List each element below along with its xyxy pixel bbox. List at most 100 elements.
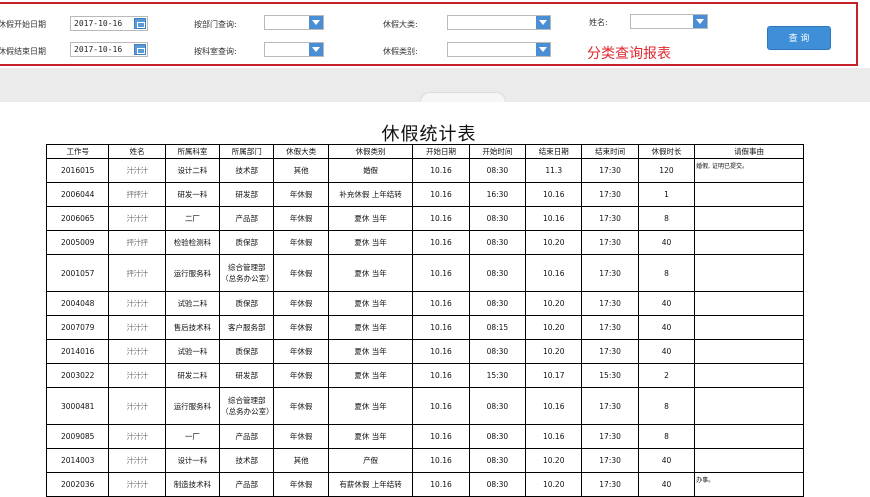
- column-header: 休假时长: [637, 144, 696, 159]
- cell-name: 抨汁汁: [108, 254, 166, 292]
- cell-name: 汁汁汁: [108, 387, 166, 425]
- cell-name: 汁汁汁: [108, 424, 166, 449]
- start-date-input[interactable]: 2017-10-16: [70, 16, 148, 31]
- cell-id: 2006065: [45, 206, 110, 231]
- cell-name: 汁汁汁: [108, 448, 166, 473]
- cell-stime: 08:30: [468, 291, 527, 316]
- cell-cat: 年休假: [273, 424, 329, 449]
- table-row[interactable]: 2006065 汁汁汁 二厂 产品部 年休假 夏休 当年 10.16 08:30 10.16 17…: [45, 206, 804, 231]
- cell-dept: 质保部: [219, 291, 275, 316]
- chevron-down-icon[interactable]: [536, 16, 550, 29]
- dept-select[interactable]: [264, 15, 324, 30]
- cell-type: 夏休 当年: [327, 254, 414, 292]
- cell-section: 设计一科: [164, 448, 221, 473]
- cell-etime: 17:30: [581, 254, 639, 292]
- cell-type: 夏休 当年: [327, 291, 414, 316]
- cell-etime: 17:30: [581, 315, 639, 340]
- cell-etime: 17:30: [581, 230, 639, 255]
- cell-reason: [694, 291, 804, 316]
- start-date-value: 2017-10-16: [74, 19, 123, 28]
- leave-category-select[interactable]: [447, 15, 551, 30]
- filter-panel: 休假开始日期 2017-10-16 休假结束日期 2017-10-16 按部门查…: [0, 2, 858, 66]
- cell-section: 检验检测科: [164, 230, 221, 255]
- calendar-icon[interactable]: [134, 44, 146, 55]
- cell-stime: 08:30: [468, 254, 527, 292]
- table-row[interactable]: 2014016 汁汁汁 试验一科 质保部 年休假 夏休 当年 10.16 08:30 10.20…: [45, 339, 804, 364]
- cell-id: 2004048: [45, 291, 110, 316]
- cell-stime: 08:30: [468, 230, 527, 255]
- cell-stime: 08:30: [468, 206, 527, 231]
- cell-id: 2005009: [45, 230, 110, 255]
- table-row[interactable]: 2007079 汁汁汁 售后技术科 客户服务部 年休假 夏休 当年 10.16 08:15 10…: [45, 315, 804, 340]
- cell-sdate: 10.16: [412, 230, 470, 255]
- table-row[interactable]: 2003022 汁汁汁 研发二科 研发部 年休假 夏休 当年 10.16 15:30 10.17…: [45, 363, 804, 388]
- cell-cat: 年休假: [273, 472, 329, 497]
- cell-sdate: 10.16: [412, 387, 470, 425]
- cell-cat: 其他: [273, 158, 329, 183]
- chevron-down-icon[interactable]: [536, 43, 550, 56]
- report-category-title: 分类查询报表: [587, 46, 671, 62]
- query-button[interactable]: 查 询: [767, 26, 831, 50]
- cell-edate: 10.20: [525, 472, 583, 497]
- cell-stime: 08:30: [468, 339, 527, 364]
- section-select[interactable]: [264, 42, 324, 57]
- table-row[interactable]: 2006044 抨抨汁 研发一科 研发部 年休假 补充休假 上年结转 10.16 16:30 1…: [45, 182, 804, 207]
- cell-cat: 年休假: [273, 182, 329, 207]
- cell-sdate: 10.16: [412, 158, 470, 183]
- cell-reason: [694, 315, 804, 340]
- cell-reason: [694, 339, 804, 364]
- cell-section: 设计二科: [164, 158, 221, 183]
- table-row[interactable]: 2001057 抨汁汁 运行服务科 综合管理部（总务办公室） 年休假 夏休 当年 10.16…: [45, 254, 804, 292]
- cell-sdate: 10.16: [412, 254, 470, 292]
- cell-section: 运行服务科: [164, 254, 221, 292]
- cell-edate: 10.16: [525, 254, 583, 292]
- cell-sdate: 10.16: [412, 472, 470, 497]
- cell-name: 抨汁抨: [108, 230, 166, 255]
- cell-type: 夏休 当年: [327, 230, 414, 255]
- cell-edate: 11.3: [525, 158, 583, 183]
- table-row[interactable]: 2009085 汁汁汁 一厂 产品部 年休假 夏休 当年 10.16 08:30 10.16 17…: [45, 424, 804, 449]
- chevron-down-icon[interactable]: [309, 16, 323, 29]
- cell-etime: 17:30: [581, 291, 639, 316]
- cell-hours: 40: [637, 448, 696, 473]
- cell-name: 汁汁汁: [108, 291, 166, 316]
- cell-hours: 8: [637, 424, 696, 449]
- table-row[interactable]: 2016015 汁汁汁 设计二科 技术部 其他 婚假 10.16 08:30 11.3 17:30…: [45, 158, 804, 183]
- cell-id: 2009085: [45, 424, 110, 449]
- cell-section: 试验二科: [164, 291, 221, 316]
- cell-reason: [694, 387, 804, 425]
- cell-id: 2001057: [45, 254, 110, 292]
- cell-etime: 17:30: [581, 472, 639, 497]
- table-row[interactable]: 2002036 汁汁汁 制造技术科 产品部 年休假 有薪休假 上年结转 10.16 08:30…: [45, 472, 804, 497]
- column-header: 所属部门: [219, 144, 275, 159]
- cell-cat: 其他: [273, 448, 329, 473]
- cell-dept: 产品部: [219, 472, 275, 497]
- end-date-input[interactable]: 2017-10-16: [70, 42, 148, 57]
- cell-hours: 2: [637, 363, 696, 388]
- name-select[interactable]: [630, 14, 708, 29]
- cell-id: 2006044: [45, 182, 110, 207]
- cell-type: 有薪休假 上年结转: [327, 472, 414, 497]
- leave-type-select[interactable]: [447, 42, 551, 57]
- cell-name: 汁汁汁: [108, 363, 166, 388]
- chevron-down-icon[interactable]: [693, 15, 707, 28]
- cell-reason: [694, 363, 804, 388]
- column-header: 结束时间: [581, 144, 639, 159]
- table-row[interactable]: 2014003 汁汁汁 设计一科 技术部 其他 产假 10.16 08:30 10.20 17:3…: [45, 448, 804, 473]
- cell-dept: 技术部: [219, 158, 275, 183]
- cell-section: 研发一科: [164, 182, 221, 207]
- cell-section: 试验一科: [164, 339, 221, 364]
- table-row[interactable]: 2005009 抨汁抨 检验检测科 质保部 年休假 夏休 当年 10.16 08:30 10.2…: [45, 230, 804, 255]
- cell-type: 补充休假 上年结转: [327, 182, 414, 207]
- cell-etime: 17:30: [581, 339, 639, 364]
- calendar-icon[interactable]: [134, 18, 146, 29]
- report-title: 休假统计表: [381, 124, 477, 145]
- cell-hours: 40: [637, 339, 696, 364]
- collapse-tab[interactable]: [420, 92, 506, 102]
- cell-sdate: 10.16: [412, 315, 470, 340]
- table-row[interactable]: 3000481 汁汁汁 运行服务科 综合管理部（总务办公室） 年休假 夏休 当年 10.16…: [45, 387, 804, 425]
- cell-dept: 产品部: [219, 424, 275, 449]
- table-row[interactable]: 2004048 汁汁汁 试验二科 质保部 年休假 夏休 当年 10.16 08:30 10.20…: [45, 291, 804, 316]
- chevron-down-icon[interactable]: [309, 43, 323, 56]
- cell-etime: 17:30: [581, 448, 639, 473]
